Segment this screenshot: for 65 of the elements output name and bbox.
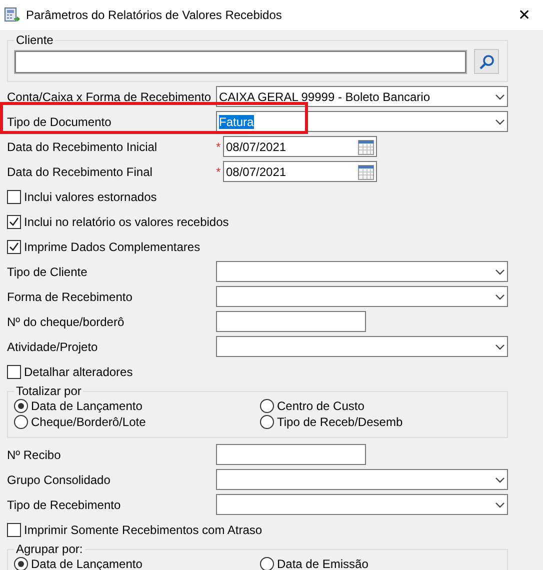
- date-field[interactable]: 08/07/2021: [223, 161, 377, 182]
- chevron-icon[interactable]: [495, 294, 505, 300]
- dropdown-value: CAIXA GERAL 99999 - Boleto Bancario: [219, 90, 430, 104]
- checkbox-label[interactable]: Imprime Dados Complementares: [24, 240, 200, 254]
- radio-button[interactable]: [14, 399, 28, 413]
- checkbox[interactable]: [7, 190, 21, 204]
- search-icon: [478, 54, 494, 70]
- calendar-icon[interactable]: [358, 164, 374, 180]
- dropdown-field[interactable]: [216, 286, 508, 307]
- checkbox[interactable]: [7, 214, 21, 228]
- radio-label[interactable]: Tipo de Receb/Desemb: [277, 415, 403, 429]
- field-label: Data do Recebimento Inicial: [7, 140, 158, 154]
- dropdown-field[interactable]: [216, 261, 508, 282]
- radio-button[interactable]: [14, 557, 28, 570]
- input-field[interactable]: [216, 311, 366, 332]
- field-label: Tipo de Cliente: [7, 264, 88, 278]
- close-button[interactable]: ✕: [514, 6, 535, 24]
- required-mark: *: [216, 164, 222, 178]
- input-field[interactable]: [15, 50, 466, 72]
- field-label: Forma de Recebimento: [7, 290, 134, 304]
- chevron-icon[interactable]: [495, 268, 505, 274]
- dropdown-value: Fatura: [219, 114, 254, 128]
- chevron-icon[interactable]: [495, 344, 505, 350]
- field-label: Grupo Consolidado: [7, 472, 112, 486]
- radio-label[interactable]: Centro de Custo: [277, 399, 364, 413]
- checkbox-label[interactable]: Detalhar alteradores: [24, 364, 133, 378]
- group-title: Totalizar por: [14, 384, 84, 398]
- field-label: Data do Recebimento Final: [7, 164, 154, 178]
- radio-button[interactable]: [260, 557, 274, 570]
- radio-label[interactable]: Data de Lançamento: [31, 399, 142, 413]
- radio-button[interactable]: [260, 415, 274, 429]
- chevron-icon[interactable]: [495, 94, 505, 100]
- dropdown-field[interactable]: [216, 469, 508, 490]
- checkbox-label[interactable]: Imprimir Somente Recebimentos com Atraso: [24, 522, 262, 536]
- field-label: Atividade/Projeto: [7, 340, 99, 354]
- checkbox-label[interactable]: Inclui valores estornados: [24, 190, 157, 204]
- checkbox[interactable]: [7, 522, 21, 536]
- radio-label[interactable]: Cheque/Borderô/Lote: [31, 415, 146, 429]
- group-title: Agrupar por:: [14, 542, 85, 556]
- field-label: Nº do cheque/borderô: [7, 314, 126, 328]
- dropdown-field[interactable]: [216, 494, 508, 515]
- field-label: Conta/Caixa x Forma de Recebimento: [7, 90, 212, 104]
- checkbox[interactable]: [7, 364, 21, 378]
- radio-label[interactable]: Data de Emissão: [277, 557, 368, 570]
- checkbox-label[interactable]: Inclui no relatório os valores recebidos: [24, 214, 229, 228]
- input-field[interactable]: [216, 444, 366, 465]
- search-button[interactable]: [474, 49, 499, 74]
- dropdown-field[interactable]: Fatura: [216, 111, 508, 132]
- field-label: Tipo de Documento: [7, 114, 112, 128]
- chevron-icon[interactable]: [495, 118, 505, 124]
- calendar-icon[interactable]: [358, 138, 374, 154]
- radio-button[interactable]: [14, 415, 28, 429]
- required-mark: *: [216, 140, 222, 154]
- calculator-icon: [4, 7, 20, 23]
- group-title: Cliente: [14, 33, 56, 47]
- date-field[interactable]: 08/07/2021: [223, 136, 377, 157]
- chevron-icon[interactable]: [495, 502, 505, 508]
- radio-button[interactable]: [260, 399, 274, 413]
- window-title: Parâmetros do Relatórios de Valores Recebidos: [26, 8, 283, 22]
- field-label: Tipo de Recebimento: [7, 498, 122, 512]
- dropdown-field[interactable]: [216, 336, 508, 357]
- dropdown-field[interactable]: CAIXA GERAL 99999 - Boleto Bancario: [216, 86, 508, 107]
- field-label: Nº Recibo: [7, 448, 62, 462]
- chevron-icon[interactable]: [495, 476, 505, 482]
- checkbox[interactable]: [7, 240, 21, 254]
